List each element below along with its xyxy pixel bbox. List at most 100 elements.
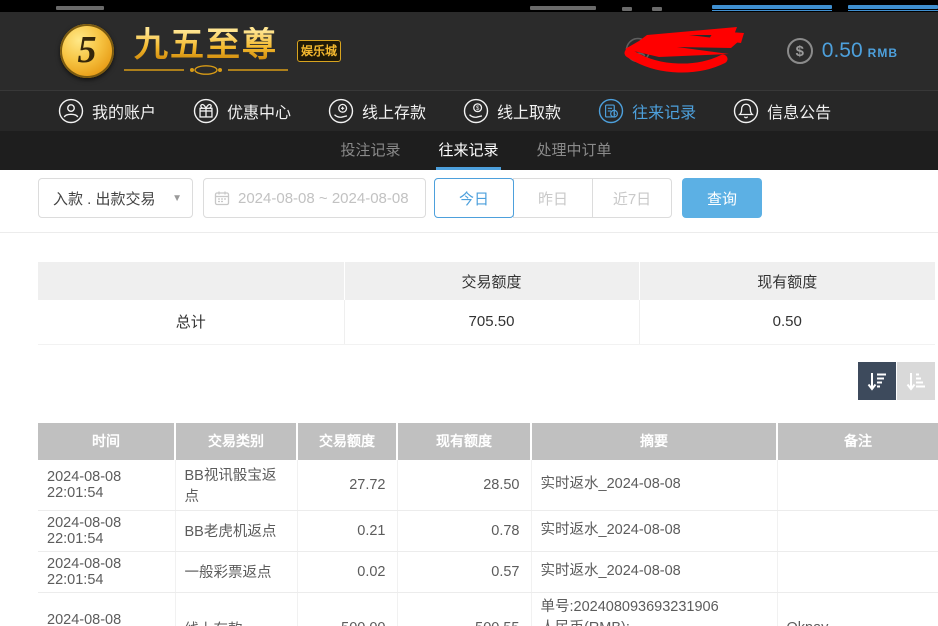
summary-total-row: 总计 705.50 0.50 bbox=[38, 300, 935, 344]
nav-item-deposit[interactable]: 线上存款 bbox=[328, 98, 426, 124]
date-range-input[interactable]: 2024-08-08 ~ 2024-08-08 bbox=[203, 178, 426, 218]
nav-label: 我的账户 bbox=[92, 99, 156, 123]
site-header: 5 九五至尊 娱乐城 bbox=[0, 12, 938, 90]
cell-balance: 0.78 bbox=[397, 510, 531, 551]
bell-icon bbox=[733, 98, 759, 124]
clipped-link-fragment[interactable] bbox=[848, 5, 938, 9]
site-logo[interactable]: 5 九五至尊 娱乐城 bbox=[60, 24, 341, 78]
yesterday-button[interactable]: 昨日 bbox=[513, 178, 593, 218]
cell-amount: 0.21 bbox=[297, 510, 397, 551]
clipped-link-fragment[interactable] bbox=[712, 5, 832, 9]
sort-ascending-icon bbox=[904, 369, 928, 393]
logo-text: 九五至尊 bbox=[122, 27, 290, 75]
tab-pending-orders[interactable]: 处理中订单 bbox=[535, 131, 614, 170]
cell-time: 2024-08-08 22:01:54 bbox=[38, 510, 175, 551]
col-header-balance: 现有额度 bbox=[397, 423, 531, 460]
calendar-icon bbox=[214, 190, 230, 206]
sort-controls bbox=[0, 362, 935, 400]
tab-bet-records[interactable]: 投注记录 bbox=[338, 131, 402, 170]
cell-note bbox=[777, 460, 938, 511]
nav-item-announcements[interactable]: 信息公告 bbox=[733, 98, 831, 124]
filter-bar: 入款 . 出款交易 ▼ 2024-08-08 ~ 2024-08-08 今日 昨… bbox=[38, 178, 938, 218]
cell-summary: 单号:202408093693231906 人民币(RMB): 500 bbox=[531, 592, 777, 626]
transaction-type-select[interactable]: 入款 . 出款交易 ▼ bbox=[38, 178, 193, 218]
cell-balance: 500.55 bbox=[397, 592, 531, 626]
clipped-text-fragment bbox=[56, 6, 104, 10]
clipped-link-underline bbox=[712, 10, 832, 11]
date-range-value: 2024-08-08 ~ 2024-08-08 bbox=[238, 190, 409, 207]
nav-label: 往来记录 bbox=[632, 99, 696, 123]
records-header-row: 时间 交易类别 交易额度 现有额度 摘要 备注 bbox=[38, 423, 938, 460]
user-icon bbox=[58, 98, 84, 124]
cell-type: 一般彩票返点 bbox=[175, 551, 297, 592]
withdraw-icon: $ bbox=[463, 98, 489, 124]
sort-descending-button[interactable] bbox=[858, 362, 896, 400]
sub-tab-bar: 投注记录 往来记录 处理中订单 bbox=[0, 131, 938, 170]
cell-note bbox=[777, 510, 938, 551]
logo-badge-text: 娱乐城 bbox=[301, 44, 337, 58]
col-header-type: 交易类别 bbox=[175, 423, 297, 460]
nav-label: 优惠中心 bbox=[227, 99, 291, 123]
tab-label: 处理中订单 bbox=[537, 139, 612, 160]
summary-total-current-amount: 0.50 bbox=[639, 300, 935, 344]
nav-label: 线上存款 bbox=[362, 99, 426, 123]
chevron-down-icon: ▼ bbox=[172, 193, 182, 204]
user-zone[interactable] bbox=[619, 21, 769, 81]
col-header-note: 备注 bbox=[777, 423, 938, 460]
cell-note bbox=[777, 551, 938, 592]
logo-coin-icon: 5 bbox=[60, 24, 114, 78]
records-table: 时间 交易类别 交易额度 现有额度 摘要 备注 2024-08-08 22:01… bbox=[38, 423, 938, 626]
cell-summary: 实时返水_2024-08-08 bbox=[531, 460, 777, 511]
today-button[interactable]: 今日 bbox=[434, 178, 514, 218]
cell-type: BB老虎机返点 bbox=[175, 510, 297, 551]
cell-summary: 实时返水_2024-08-08 bbox=[531, 551, 777, 592]
nav-item-withdraw[interactable]: $ 线上取款 bbox=[463, 98, 561, 124]
cell-time: 2024-08-08 22:01:54 bbox=[38, 460, 175, 511]
summary-header-empty bbox=[38, 262, 344, 300]
summary-header-current-amount: 现有额度 bbox=[639, 262, 935, 300]
tab-label: 往来记录 bbox=[438, 139, 498, 160]
dollar-coin-icon: $ bbox=[787, 38, 813, 64]
nav-label: 线上取款 bbox=[497, 99, 561, 123]
logo-flourish-ornament bbox=[122, 65, 290, 75]
balance-amount: 0.50 bbox=[822, 39, 863, 63]
page: 5 九五至尊 娱乐城 bbox=[0, 0, 938, 626]
summary-table: 交易额度 现有额度 总计 705.50 0.50 bbox=[38, 262, 935, 345]
tab-transaction-records[interactable]: 往来记录 bbox=[436, 131, 500, 170]
dollar-symbol: $ bbox=[796, 43, 804, 60]
logo-title: 九五至尊 bbox=[134, 27, 278, 64]
clipped-link-underline bbox=[848, 10, 938, 11]
clipped-text-fragment bbox=[530, 6, 596, 10]
nav-item-my-account[interactable]: 我的账户 bbox=[58, 98, 156, 124]
cell-amount: 0.02 bbox=[297, 551, 397, 592]
cell-time: 2024-08-08 22:01:54 bbox=[38, 551, 175, 592]
main-nav: 我的账户 优惠中心 线上存款 $ bbox=[0, 90, 938, 131]
table-row: 2024-08-08 20:13:06 线上存款 500.00 500.55 单… bbox=[38, 592, 938, 626]
cell-note: Okpay bbox=[777, 592, 938, 626]
clipped-text-fragment bbox=[652, 7, 662, 11]
balance[interactable]: $ 0.50 RMB bbox=[787, 38, 898, 64]
nav-item-transaction-records[interactable]: 往来记录 bbox=[598, 98, 696, 124]
logo-coin-glyph: 5 bbox=[78, 31, 97, 69]
table-row: 2024-08-08 22:01:54 一般彩票返点 0.02 0.57 实时返… bbox=[38, 551, 938, 592]
cell-time: 2024-08-08 20:13:06 bbox=[38, 592, 175, 626]
sort-descending-icon bbox=[865, 369, 889, 393]
cell-type: 线上存款 bbox=[175, 592, 297, 626]
table-row: 2024-08-08 22:01:54 BB视讯骰宝返点 27.72 28.50… bbox=[38, 460, 938, 511]
search-button[interactable]: 查询 bbox=[682, 178, 762, 218]
col-header-amount: 交易额度 bbox=[297, 423, 397, 460]
cell-amount: 27.72 bbox=[297, 460, 397, 511]
last7days-button[interactable]: 近7日 bbox=[592, 178, 672, 218]
gift-icon bbox=[193, 98, 219, 124]
top-strip bbox=[0, 0, 938, 12]
select-value: 入款 . 出款交易 bbox=[53, 188, 156, 209]
redaction-scribble bbox=[619, 21, 769, 81]
nav-item-promotions[interactable]: 优惠中心 bbox=[193, 98, 291, 124]
quick-range-button-group: 今日 昨日 近7日 bbox=[434, 178, 672, 218]
table-row: 2024-08-08 22:01:54 BB老虎机返点 0.21 0.78 实时… bbox=[38, 510, 938, 551]
summary-total-label: 总计 bbox=[38, 300, 344, 344]
summary-total-transaction-amount: 705.50 bbox=[344, 300, 639, 344]
logo-badge: 娱乐城 bbox=[297, 40, 341, 62]
records-icon bbox=[598, 98, 624, 124]
sort-ascending-button[interactable] bbox=[897, 362, 935, 400]
